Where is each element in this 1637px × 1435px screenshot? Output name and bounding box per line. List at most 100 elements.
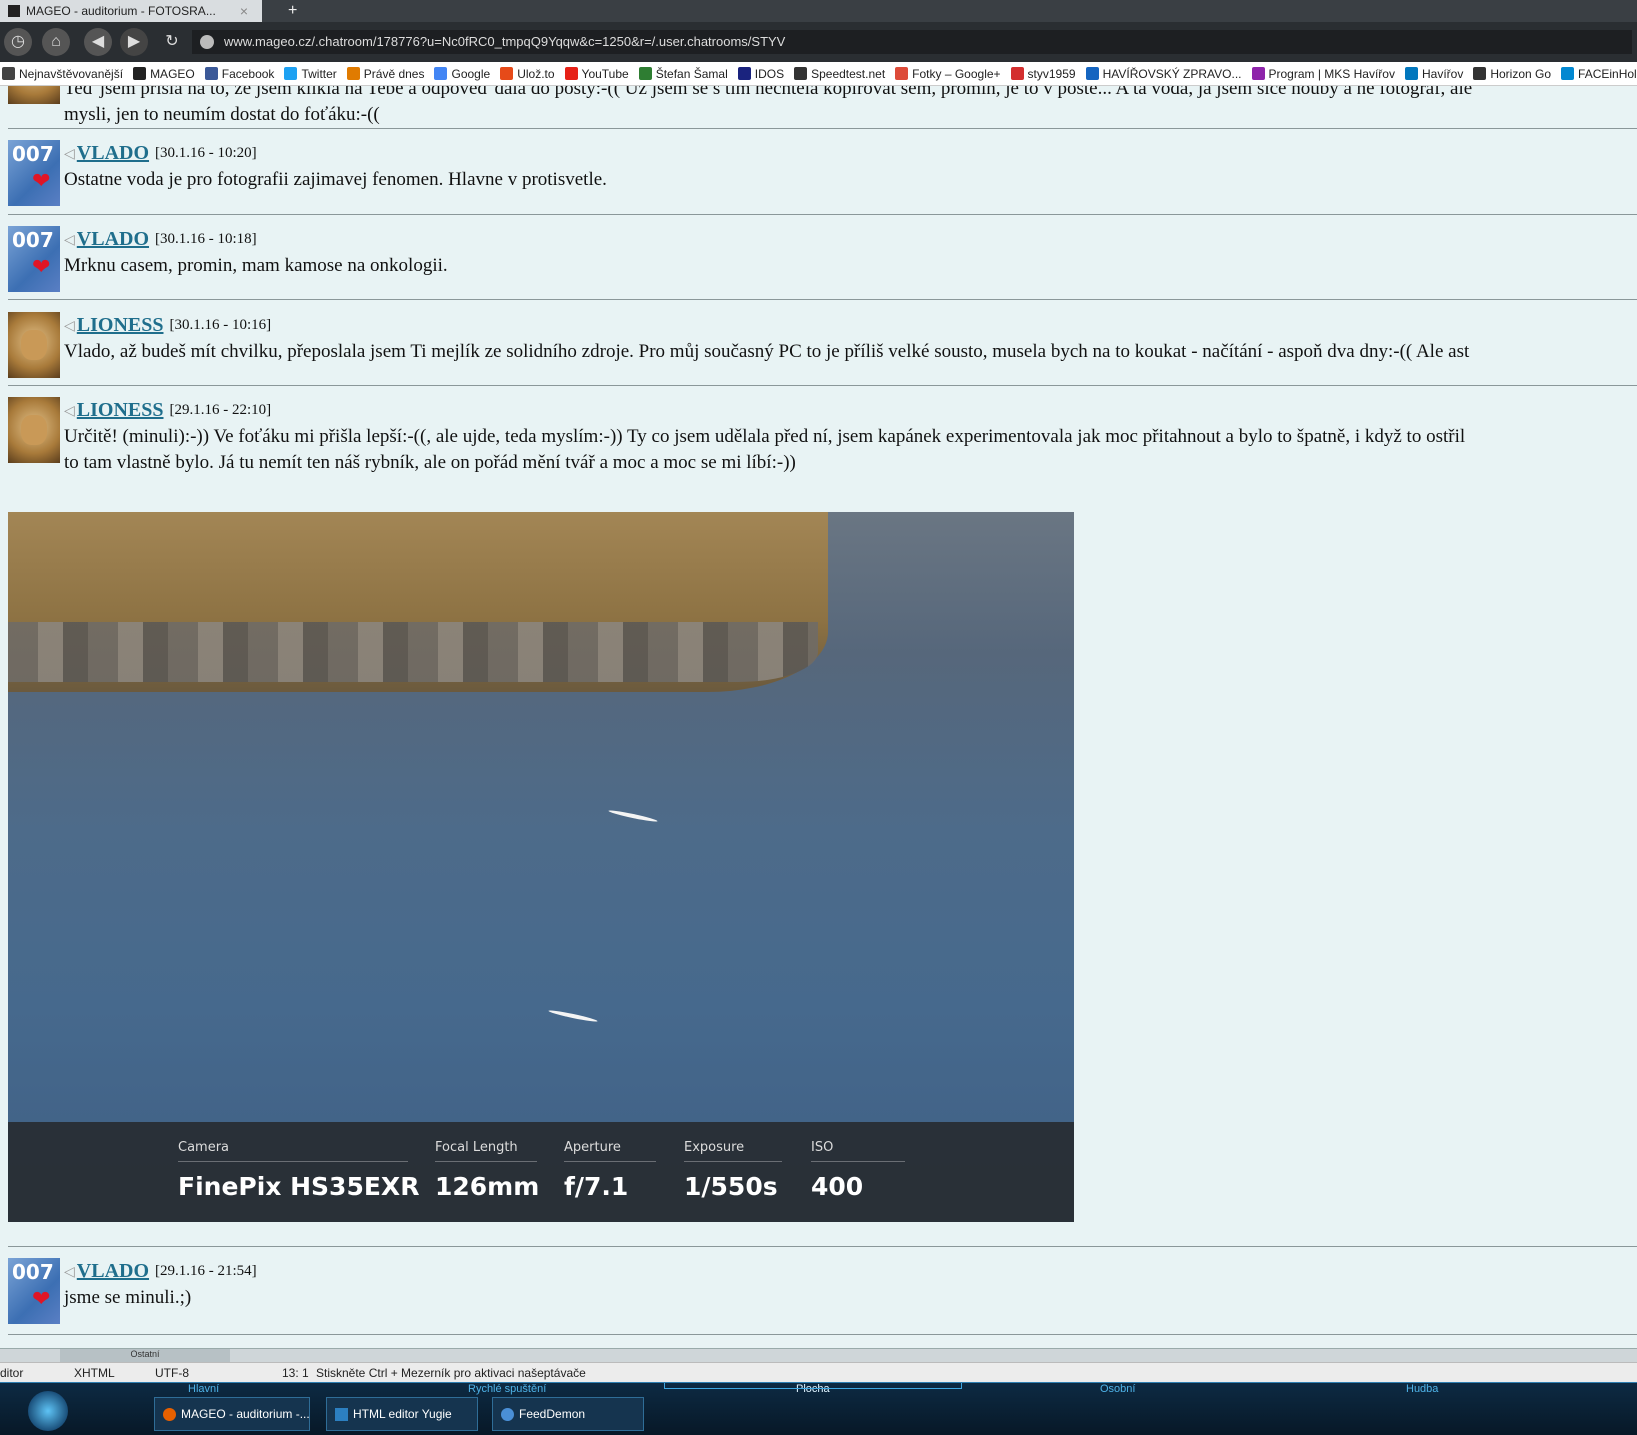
reply-arrow-icon[interactable]: ◁ [64,1263,75,1280]
new-tab-button[interactable]: + [288,0,297,22]
taskbar-button-firefox[interactable]: MAGEO - auditorium -... [154,1397,310,1431]
seagull-shape [608,808,658,826]
exif-value: 1/550s [684,1172,778,1201]
heart-icon: ❤ [32,1286,51,1311]
post-timestamp: [29.1.16 - 22:10] [169,401,272,418]
bookmark-label: Horizon Go [1490,66,1552,81]
close-tab-icon[interactable]: × [240,0,248,22]
bookmarks-bar: Nejnavštěvovanější MAGEO Facebook Twitter Pr… [0,62,1637,86]
bookmark-item[interactable]: Speedtest.net [794,67,885,81]
posted-photo[interactable]: Camera FinePix HS35EXR Focal Length 126m… [8,512,1074,1222]
taskbar-menu-hlavni[interactable]: Hlavní [188,1383,219,1395]
navigation-bar: ◷ ⌂ ◀ ▶ ↻ www.mageo.cz/.chatroom/178776?… [0,22,1637,62]
author-link[interactable]: VLADO [77,1260,149,1283]
back-icon[interactable]: ◀ [84,28,112,56]
address-bar[interactable]: www.mageo.cz/.chatroom/178776?u=Nc0fRC0_… [192,30,1632,54]
bookmark-item[interactable]: styv1959 [1010,67,1076,81]
status-editor: ditor [0,1366,24,1380]
exif-value: 400 [811,1172,864,1201]
heart-icon: ❤ [32,168,51,193]
forward-icon[interactable]: ▶ [120,28,148,56]
message-line: Ostatne voda je pro fotografii zajimavej… [64,169,607,190]
bookmark-icon [895,67,909,80]
exif-label: Exposure [684,1140,782,1162]
post-timestamp: [29.1.16 - 21:54] [155,1262,257,1279]
bookmark-item[interactable]: Havířov [1404,66,1464,81]
firefox-icon [163,1408,176,1421]
taskbar-menu-osobni[interactable]: Osobní [1100,1383,1135,1395]
history-icon[interactable]: ◷ [4,28,32,56]
bookmark-item[interactable]: Google [434,67,490,81]
bookmark-icon [500,67,514,80]
exif-exposure: Exposure 1/550s [684,1140,782,1201]
reply-arrow-icon[interactable]: ◁ [64,317,75,334]
post-divider [8,385,1637,386]
settings-icon[interactable] [102,1397,148,1431]
bookmark-icon [1561,67,1575,80]
reload-icon[interactable]: ↻ [158,28,186,56]
bookmark-item[interactable]: Nejnavštěvovanější [2,67,123,81]
bookmark-icon [2,67,15,80]
shore-rocks [8,622,818,682]
message-line: jsme se minuli.;) [64,1287,192,1308]
reply-arrow-icon[interactable]: ◁ [64,402,75,419]
reply-arrow-icon[interactable]: ◁ [64,231,75,248]
taskbar-button-label: MAGEO - auditorium -... [181,1407,310,1421]
seagull-shape [548,1008,598,1026]
start-orb-icon[interactable] [28,1391,68,1431]
author-link[interactable]: LIONESS [77,399,164,422]
exif-iso: ISO 400 [811,1140,905,1201]
site-info-icon[interactable] [200,35,214,49]
bookmark-item[interactable]: Štefan Šamal [638,67,728,81]
bookmark-label: YouTube [581,66,629,81]
bookmark-item[interactable]: Fotky – Google+ [895,66,1001,81]
bookmark-label: Nejnavštěvovanější [19,66,124,81]
message-line: Vlado, až budeš mít chvilku, přeposlala … [64,341,1470,362]
vlado-avatar: 007 ❤ [8,140,60,206]
taskbar-button-label: FeedDemon [519,1407,586,1421]
bookmark-item[interactable]: HAVÍŘOVSKÝ ZPRAVO... [1085,67,1242,81]
bookmark-label: Fotky – Google+ [912,66,1001,81]
exif-label: Focal Length [435,1140,537,1162]
status-doctype[interactable]: XHTML [74,1366,115,1380]
bookmark-item[interactable]: FACEinHole [1561,67,1637,81]
post-divider [8,128,1637,129]
message-line: to tam vlastně bylo. Já tu nemít ten náš… [64,452,796,473]
post-divider [8,299,1637,300]
author-link[interactable]: VLADO [77,142,149,165]
taskbar-button-editor[interactable]: HTML editor Yugie [326,1397,478,1431]
bookmark-item[interactable]: Twitter [284,67,337,81]
exif-label: ISO [811,1140,905,1162]
reply-arrow-icon[interactable]: ◁ [64,145,75,162]
status-encoding[interactable]: UTF-8 [155,1366,189,1380]
bookmark-icon [346,67,360,80]
post-divider [8,1246,1637,1247]
browser-tab[interactable]: MAGEO - auditorium - FOTOSRA... × [0,0,262,22]
avatar-text: 007 [12,142,54,166]
bookmark-icon [204,67,218,80]
taskbar-menu-hudba[interactable]: Hudba [1406,1383,1438,1395]
exif-label: Aperture [564,1140,656,1162]
message-line: Určitě! (minuli):-)) Ve foťáku mi přišla… [64,426,1466,447]
home-icon[interactable]: ⌂ [42,28,70,56]
bookmark-item[interactable]: Horizon Go [1473,67,1551,81]
bookmark-label: Havířov [1421,66,1464,81]
mageo-favicon-icon [8,5,20,17]
taskbar-button-feeddemon[interactable]: FeedDemon [492,1397,644,1431]
bookmark-item[interactable]: Právě dnes [346,67,424,81]
bookmark-item[interactable]: IDOS [737,67,784,81]
bookmark-label: Google [451,66,491,81]
author-link[interactable]: LIONESS [77,314,164,337]
taskbar-menu-rychle[interactable]: Rychlé spuštění [468,1383,546,1395]
bookmark-item[interactable]: Ulož.to [500,67,555,81]
bookmark-item[interactable]: Facebook [204,67,274,81]
bookmark-icon [434,67,448,80]
bookmark-item[interactable]: YouTube [564,66,629,81]
exif-value: FinePix HS35EXR [178,1172,420,1201]
bookmark-icon [1404,67,1418,80]
status-cursor-position: 13: 1 [282,1366,309,1380]
author-link[interactable]: VLADO [77,228,149,251]
bookmark-item[interactable]: Program | MKS Havířov [1251,67,1395,81]
editor-tab[interactable]: Ostatní [60,1349,230,1362]
bookmark-item[interactable]: MAGEO [133,67,195,81]
